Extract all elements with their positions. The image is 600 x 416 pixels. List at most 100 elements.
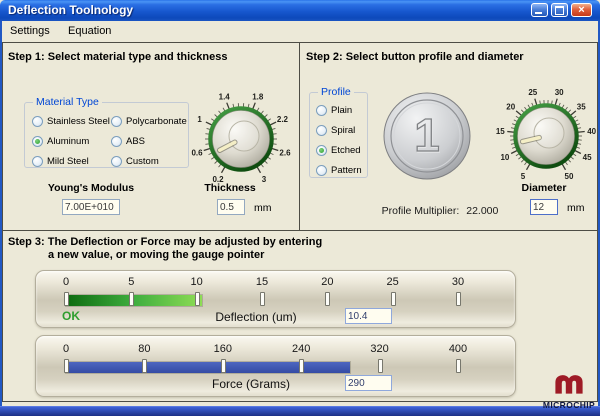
profile-options: Plain Spiral Etched Pattern: [316, 102, 362, 179]
gauge-tick-label: 320: [363, 343, 397, 355]
radio-button-icon[interactable]: [111, 116, 122, 127]
step2-heading: Step 2: Select button profile and diamet…: [306, 51, 524, 63]
diameter-input[interactable]: [530, 199, 558, 215]
radio-option-custom[interactable]: Custom: [111, 153, 187, 169]
radio-option-plain[interactable]: Plain: [316, 102, 362, 119]
gauge-tick-mark: [64, 292, 69, 306]
step3-heading-line1: Step 3: The Deflection or Force may be a…: [8, 236, 322, 248]
radio-button-icon[interactable]: [316, 145, 327, 156]
gauge-tick-label: 30: [441, 276, 475, 288]
youngs-modulus-input[interactable]: [62, 199, 120, 215]
svg-text:35: 35: [577, 103, 586, 112]
step3-panel: Step 3: The Deflection or Force may be a…: [2, 230, 598, 402]
radio-button-icon[interactable]: [32, 116, 43, 127]
radio-button-icon[interactable]: [32, 156, 43, 167]
gauge-tick-mark: [221, 359, 226, 373]
window-title: Deflection Toolnology: [8, 0, 133, 21]
gauge-tick-label: 0: [49, 343, 83, 355]
thickness-label: Thickness: [180, 182, 280, 194]
svg-text:5: 5: [521, 172, 526, 181]
radio-button-icon[interactable]: [32, 136, 43, 147]
force-gauge-bar[interactable]: [66, 362, 350, 373]
thickness-knob[interactable]: 0.20.611.41.82.22.63: [185, 83, 297, 195]
svg-text:40: 40: [587, 127, 596, 136]
gauge-tick-label: 80: [127, 343, 161, 355]
thickness-unit: mm: [254, 202, 272, 214]
title-bar[interactable]: Deflection Toolnology ×: [0, 0, 600, 21]
profile-multiplier-value: 22.000: [466, 205, 498, 217]
gauge-tick-label: 20: [310, 276, 344, 288]
radio-option-stainless-steel[interactable]: Stainless Steel: [32, 113, 111, 129]
deflection-input[interactable]: [345, 308, 392, 324]
gauge-tick-mark: [456, 292, 461, 306]
radio-option-label: Polycarbonate: [126, 116, 187, 127]
radio-button-icon[interactable]: [111, 136, 122, 147]
radio-option-pattern[interactable]: Pattern: [316, 162, 362, 179]
radio-option-label: ABS: [126, 136, 145, 147]
force-gauge[interactable]: Force (Grams) 080160240320400: [35, 335, 516, 397]
gauge-tick-mark: [378, 359, 383, 373]
radio-button-icon[interactable]: [316, 165, 327, 176]
svg-text:0.6: 0.6: [191, 149, 203, 158]
menu-item-equation[interactable]: Equation: [64, 21, 115, 42]
svg-text:45: 45: [583, 153, 592, 162]
profile-multiplier-label: Profile Multiplier:: [382, 205, 460, 217]
gauge-tick-mark: [299, 359, 304, 373]
gauge-tick-label: 400: [441, 343, 475, 355]
menu-item-settings[interactable]: Settings: [6, 21, 54, 42]
youngs-modulus-label: Young's Modulus: [21, 182, 161, 194]
menu-bar: Settings Equation: [0, 21, 600, 42]
gauge-tick-mark: [325, 292, 330, 306]
radio-option-label: Spiral: [331, 125, 355, 136]
gauge-tick-label: 0: [49, 276, 83, 288]
gauge-tick-label: 5: [114, 276, 148, 288]
radio-option-label: Plain: [331, 105, 352, 116]
deflection-caption: Deflection (um): [171, 310, 341, 324]
button-preview-coin: 11: [379, 88, 475, 184]
radio-option-label: Aluminum: [47, 136, 89, 147]
minimize-button[interactable]: [531, 3, 548, 17]
microchip-wordmark: MICROCHIP: [540, 400, 598, 410]
gauge-tick-mark: [195, 292, 200, 306]
profile-multiplier-row: Profile Multiplier: 22.000: [360, 205, 520, 217]
microchip-logo: MICROCHIP: [540, 372, 598, 410]
taskbar: [0, 406, 600, 416]
step1-panel: Step 1: Select material type and thickne…: [2, 42, 300, 231]
radio-option-spiral[interactable]: Spiral: [316, 122, 362, 139]
radio-option-aluminum[interactable]: Aluminum: [32, 133, 111, 149]
radio-button-icon[interactable]: [316, 125, 327, 136]
radio-option-label: Etched: [331, 145, 361, 156]
deflection-status-badge: OK: [62, 309, 80, 323]
thickness-input[interactable]: [217, 199, 245, 215]
force-input[interactable]: [345, 375, 392, 391]
radio-option-etched[interactable]: Etched: [316, 142, 362, 159]
radio-option-label: Stainless Steel: [47, 116, 110, 127]
step2-panel: Step 2: Select button profile and diamet…: [299, 42, 598, 231]
step3-heading-line2: a new value, or moving the gauge pointer: [48, 249, 264, 261]
svg-text:20: 20: [506, 103, 515, 112]
radio-option-label: Custom: [126, 156, 159, 167]
radio-option-abs[interactable]: ABS: [111, 133, 187, 149]
diameter-unit: mm: [567, 202, 585, 214]
gauge-tick-mark: [260, 292, 265, 306]
gauge-tick-label: 25: [376, 276, 410, 288]
svg-text:10: 10: [500, 153, 509, 162]
maximize-button[interactable]: [551, 3, 568, 17]
svg-text:50: 50: [565, 172, 574, 181]
gauge-tick-mark: [456, 359, 461, 373]
radio-option-polycarbonate[interactable]: Polycarbonate: [111, 113, 187, 129]
svg-text:25: 25: [528, 88, 537, 97]
deflection-gauge[interactable]: OK Deflection (um) 051015202530: [35, 270, 516, 328]
svg-text:2.6: 2.6: [279, 149, 291, 158]
svg-text:30: 30: [555, 88, 564, 97]
profile-groupbox: Profile PlainSpiralEtchedPattern: [309, 92, 368, 178]
svg-text:1: 1: [197, 115, 202, 124]
close-button[interactable]: ×: [571, 3, 592, 17]
application-window: Deflection Toolnology × Settings Equatio…: [0, 0, 600, 416]
svg-text:2.2: 2.2: [277, 115, 289, 124]
radio-option-mild-steel[interactable]: Mild Steel: [32, 153, 111, 169]
svg-text:1: 1: [414, 109, 440, 161]
diameter-knob[interactable]: 5101520253035404550: [490, 80, 600, 192]
radio-button-icon[interactable]: [111, 156, 122, 167]
radio-button-icon[interactable]: [316, 105, 327, 116]
